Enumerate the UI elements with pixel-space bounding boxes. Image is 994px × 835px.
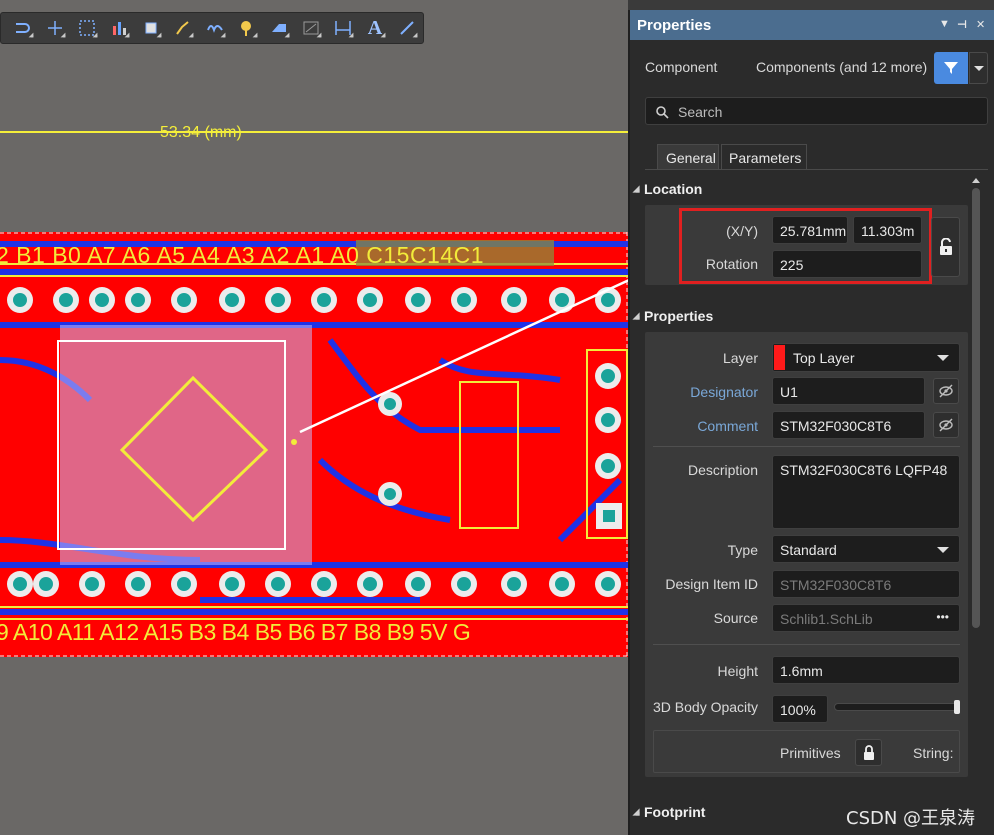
primitives-label: Primitives — [780, 745, 841, 761]
source-label: Source — [713, 610, 758, 626]
type-select[interactable]: Standard — [772, 535, 960, 563]
search-icon — [656, 106, 669, 119]
chevron-down-icon — [974, 66, 984, 71]
source-more-button[interactable]: ••• — [936, 610, 949, 624]
interactive-route-icon[interactable] — [167, 14, 199, 42]
eye-off-icon — [939, 418, 953, 432]
tab-parameters[interactable]: Parameters — [721, 144, 807, 170]
description-field[interactable]: STM32F030C8T6 LQFP48 — [772, 455, 960, 529]
properties-divider-2 — [653, 644, 960, 645]
active-bar-toolbar: A — [0, 12, 424, 44]
layer-label: Layer — [722, 350, 758, 366]
bar-chart-icon[interactable] — [103, 14, 135, 42]
layer-select[interactable]: Top Layer — [772, 343, 960, 372]
type-label: Type — [727, 542, 758, 558]
comment-visibility-toggle[interactable] — [933, 412, 959, 438]
panel-title-bar: Properties ▼ ⊣ ✕ — [630, 10, 994, 40]
diff-pair-icon[interactable] — [199, 14, 231, 42]
search-placeholder: Search — [678, 104, 723, 120]
pcb-canvas-graphics — [0, 131, 628, 657]
source-field[interactable]: Schlib1.SchLib ••• — [772, 604, 960, 632]
x-field[interactable]: 25.781mm — [772, 216, 848, 244]
panel-scrollbar[interactable] — [972, 188, 980, 628]
height-label: Height — [717, 663, 758, 679]
opacity-field[interactable]: 100% — [772, 695, 828, 723]
designator-label[interactable]: Designator — [650, 384, 758, 400]
lock-icon — [863, 744, 874, 760]
select-rect-icon[interactable] — [71, 14, 103, 42]
footprint-section-header[interactable]: Footprint — [644, 804, 705, 820]
close-icon[interactable]: ✕ — [976, 18, 985, 31]
tab-general[interactable]: General — [657, 144, 719, 170]
comment-label[interactable]: Comment — [650, 418, 758, 434]
properties-panel: Properties ▼ ⊣ ✕ Component Components (a… — [628, 10, 994, 835]
pcb-canvas[interactable]: 53.34 (mm) 2 B1 B0 A7 A6 A5 A4 A3 A2 A1 … — [0, 0, 628, 835]
tab-underline — [645, 169, 988, 170]
rotation-label: Rotation — [705, 256, 758, 272]
description-label: Description — [687, 462, 758, 478]
filter-button[interactable] — [934, 52, 968, 84]
top-pin-labels: 2 B1 B0 A7 A6 A5 A4 A3 A2 A1 A0 C15C14C1 — [0, 242, 485, 268]
layer-value: Top Layer — [793, 350, 855, 366]
tab-general-label: General — [666, 150, 716, 166]
filter-icon — [944, 62, 958, 74]
rotation-field[interactable]: 225 — [772, 250, 922, 278]
string-icon[interactable]: A — [359, 14, 391, 42]
opacity-slider-handle[interactable] — [954, 700, 960, 714]
panel-menu-icon[interactable]: ▼ — [939, 18, 950, 30]
filter-dropdown-button[interactable] — [969, 52, 988, 84]
pin-icon[interactable]: ⊣ — [957, 18, 967, 31]
dimension-label: 53.34 (mm) — [160, 124, 242, 141]
component-icon[interactable] — [135, 14, 167, 42]
unlock-icon — [939, 238, 952, 255]
properties-section-header[interactable]: Properties — [644, 308, 713, 324]
y-field[interactable]: 11.303m — [853, 216, 922, 244]
via-icon[interactable] — [231, 14, 263, 42]
height-field[interactable]: 1.6mm — [772, 656, 960, 684]
designator-visibility-toggle[interactable] — [933, 378, 959, 404]
primitives-lock-button[interactable] — [855, 739, 882, 766]
xy-label: (X/Y) — [726, 223, 758, 239]
properties-divider — [653, 446, 960, 447]
opacity-slider-track[interactable] — [834, 703, 960, 711]
designator-field[interactable]: U1 — [772, 377, 925, 405]
comment-field[interactable]: STM32F030C8T6 — [772, 411, 925, 439]
component-label: Component — [645, 59, 718, 75]
line-icon[interactable] — [391, 14, 423, 42]
cross-probe-icon[interactable] — [39, 14, 71, 42]
design-item-id-field: STM32F030C8T6 — [772, 570, 960, 598]
panel-title: Properties — [637, 17, 712, 34]
design-item-id-label: Design Item ID — [665, 576, 758, 592]
bottom-pin-labels: 9 A10 A11 A12 A15 B3 B4 B5 B6 B7 B8 B9 5… — [0, 619, 471, 645]
source-value: Schlib1.SchLib — [780, 611, 873, 627]
watermark: CSDN @王泉涛 — [846, 808, 976, 829]
eye-off-icon — [939, 384, 953, 398]
layer-color-swatch — [774, 345, 785, 370]
region-icon[interactable] — [295, 14, 327, 42]
fill-icon[interactable] — [263, 14, 295, 42]
opacity-label: 3D Body Opacity — [653, 699, 759, 715]
scroll-up-icon[interactable] — [972, 178, 980, 183]
location-section-header[interactable]: Location — [644, 181, 702, 197]
tab-parameters-label: Parameters — [729, 150, 802, 166]
selection-summary: Components (and 12 more) — [756, 59, 928, 75]
lock-button[interactable] — [931, 217, 960, 277]
route-icon[interactable] — [7, 14, 39, 42]
dimension-icon[interactable] — [327, 14, 359, 42]
strings-label: String: — [913, 745, 953, 761]
search-box[interactable]: Search — [645, 97, 988, 125]
